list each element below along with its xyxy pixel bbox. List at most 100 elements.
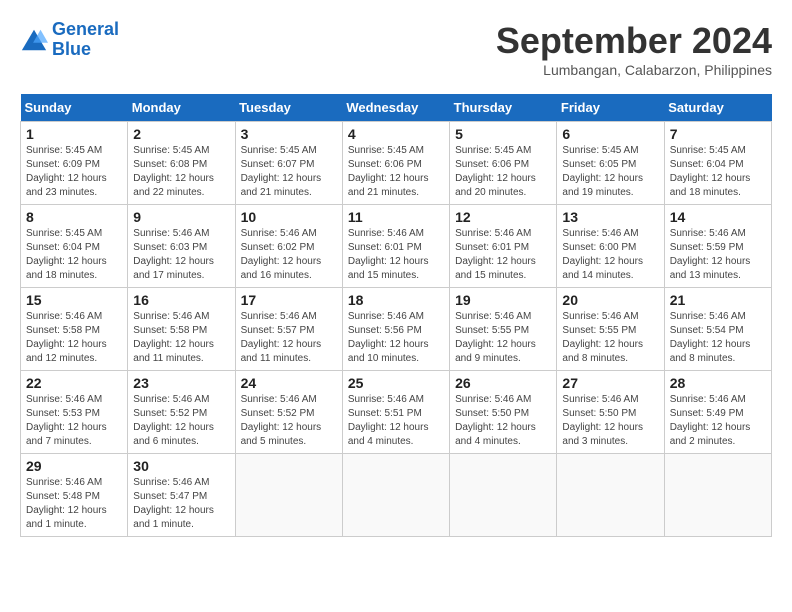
- table-row: 21 Sunrise: 5:46 AMSunset: 5:54 PMDayligh…: [664, 288, 771, 371]
- table-row: [235, 454, 342, 537]
- day-info: Sunrise: 5:46 AMSunset: 5:56 PMDaylight:…: [348, 310, 444, 366]
- table-row: 22Sunrise: 5:46 AMSunset: 5:53 PMDayligh…: [21, 371, 128, 454]
- day-number: 11: [348, 209, 444, 225]
- day-number: 7: [670, 126, 766, 142]
- day-info: Sunrise: 5:46 AMSunset: 6:03 PMDaylight:…: [133, 227, 229, 283]
- day-info: Sunrise: 5:46 AMSunset: 5:52 PMDaylight:…: [241, 393, 337, 449]
- day-number: 10: [241, 209, 337, 225]
- day-number: 5: [455, 126, 551, 142]
- table-row: 8Sunrise: 5:45 AMSunset: 6:04 PMDaylight…: [21, 205, 128, 288]
- table-row: 17 Sunrise: 5:46 AMSunset: 5:57 PMDayligh…: [235, 288, 342, 371]
- location-title: Lumbangan, Calabarzon, Philippines: [496, 62, 772, 78]
- day-info: Sunrise: 5:46 AMSunset: 5:50 PMDaylight:…: [562, 393, 658, 449]
- table-row: 26 Sunrise: 5:46 AMSunset: 5:50 PMDayligh…: [450, 371, 557, 454]
- table-row: 1 Sunrise: 5:45 AMSunset: 6:09 PMDaylight…: [21, 122, 128, 205]
- day-number: 29: [26, 458, 122, 474]
- table-row: [342, 454, 449, 537]
- logo-text: General Blue: [52, 20, 119, 60]
- day-number: 6: [562, 126, 658, 142]
- table-row: 2 Sunrise: 5:45 AMSunset: 6:08 PMDaylight…: [128, 122, 235, 205]
- calendar-table: Sunday Monday Tuesday Wednesday Thursday…: [20, 94, 772, 537]
- table-row: 23Sunrise: 5:46 AMSunset: 5:52 PMDayligh…: [128, 371, 235, 454]
- table-row: 12 Sunrise: 5:46 AMSunset: 6:01 PMDayligh…: [450, 205, 557, 288]
- day-number: 12: [455, 209, 551, 225]
- table-row: 16 Sunrise: 5:46 AMSunset: 5:58 PMDayligh…: [128, 288, 235, 371]
- day-number: 4: [348, 126, 444, 142]
- header-tuesday: Tuesday: [235, 94, 342, 122]
- table-row: 5 Sunrise: 5:45 AMSunset: 6:06 PMDaylight…: [450, 122, 557, 205]
- day-number: 13: [562, 209, 658, 225]
- week-row: 15 Sunrise: 5:46 AMSunset: 5:58 PMDayligh…: [21, 288, 772, 371]
- day-info: Sunrise: 5:46 AMSunset: 6:00 PMDaylight:…: [562, 227, 658, 283]
- header-friday: Friday: [557, 94, 664, 122]
- day-number: 14: [670, 209, 766, 225]
- table-row: 25 Sunrise: 5:46 AMSunset: 5:51 PMDayligh…: [342, 371, 449, 454]
- week-row: 29 Sunrise: 5:46 AMSunset: 5:48 PMDayligh…: [21, 454, 772, 537]
- day-number: 17: [241, 292, 337, 308]
- table-row: 27Sunrise: 5:46 AMSunset: 5:50 PMDayligh…: [557, 371, 664, 454]
- day-info: Sunrise: 5:46 AMSunset: 5:53 PMDaylight:…: [26, 393, 122, 449]
- day-info: Sunrise: 5:46 AMSunset: 5:51 PMDaylight:…: [348, 393, 444, 449]
- day-info: Sunrise: 5:45 AMSunset: 6:04 PMDaylight:…: [26, 227, 122, 283]
- table-row: 29 Sunrise: 5:46 AMSunset: 5:48 PMDayligh…: [21, 454, 128, 537]
- day-info: Sunrise: 5:46 AMSunset: 5:49 PMDaylight:…: [670, 393, 766, 449]
- day-number: 26: [455, 375, 551, 391]
- day-number: 15: [26, 292, 122, 308]
- month-title: September 2024: [496, 20, 772, 62]
- table-row: 3 Sunrise: 5:45 AMSunset: 6:07 PMDaylight…: [235, 122, 342, 205]
- table-row: 28 Sunrise: 5:46 AMSunset: 5:49 PMDayligh…: [664, 371, 771, 454]
- week-row: 8Sunrise: 5:45 AMSunset: 6:04 PMDaylight…: [21, 205, 772, 288]
- day-number: 2: [133, 126, 229, 142]
- logo-icon: [20, 26, 48, 54]
- day-info: Sunrise: 5:45 AMSunset: 6:04 PMDaylight:…: [670, 144, 766, 200]
- table-row: 7 Sunrise: 5:45 AMSunset: 6:04 PMDaylight…: [664, 122, 771, 205]
- day-info: Sunrise: 5:45 AMSunset: 6:06 PMDaylight:…: [348, 144, 444, 200]
- weekday-header-row: Sunday Monday Tuesday Wednesday Thursday…: [21, 94, 772, 122]
- table-row: 11Sunrise: 5:46 AMSunset: 6:01 PMDayligh…: [342, 205, 449, 288]
- day-info: Sunrise: 5:46 AMSunset: 6:02 PMDaylight:…: [241, 227, 337, 283]
- day-info: Sunrise: 5:46 AMSunset: 5:55 PMDaylight:…: [455, 310, 551, 366]
- header-thursday: Thursday: [450, 94, 557, 122]
- header-saturday: Saturday: [664, 94, 771, 122]
- day-info: Sunrise: 5:46 AMSunset: 5:48 PMDaylight:…: [26, 476, 122, 532]
- day-number: 28: [670, 375, 766, 391]
- day-number: 24: [241, 375, 337, 391]
- day-number: 25: [348, 375, 444, 391]
- day-info: Sunrise: 5:45 AMSunset: 6:09 PMDaylight:…: [26, 144, 122, 200]
- header-monday: Monday: [128, 94, 235, 122]
- day-info: Sunrise: 5:46 AMSunset: 5:54 PMDaylight:…: [670, 310, 766, 366]
- day-info: Sunrise: 5:46 AMSunset: 6:01 PMDaylight:…: [455, 227, 551, 283]
- day-number: 21: [670, 292, 766, 308]
- week-row: 1 Sunrise: 5:45 AMSunset: 6:09 PMDaylight…: [21, 122, 772, 205]
- day-info: Sunrise: 5:45 AMSunset: 6:08 PMDaylight:…: [133, 144, 229, 200]
- day-info: Sunrise: 5:46 AMSunset: 5:47 PMDaylight:…: [133, 476, 229, 532]
- week-row: 22Sunrise: 5:46 AMSunset: 5:53 PMDayligh…: [21, 371, 772, 454]
- day-number: 1: [26, 126, 122, 142]
- title-area: September 2024 Lumbangan, Calabarzon, Ph…: [496, 20, 772, 78]
- table-row: 19 Sunrise: 5:46 AMSunset: 5:55 PMDayligh…: [450, 288, 557, 371]
- table-row: 20 Sunrise: 5:46 AMSunset: 5:55 PMDayligh…: [557, 288, 664, 371]
- day-info: Sunrise: 5:46 AMSunset: 5:59 PMDaylight:…: [670, 227, 766, 283]
- day-number: 20: [562, 292, 658, 308]
- day-info: Sunrise: 5:45 AMSunset: 6:07 PMDaylight:…: [241, 144, 337, 200]
- table-row: 6Sunrise: 5:45 AMSunset: 6:05 PMDaylight…: [557, 122, 664, 205]
- day-info: Sunrise: 5:46 AMSunset: 5:58 PMDaylight:…: [133, 310, 229, 366]
- day-number: 3: [241, 126, 337, 142]
- day-number: 23: [133, 375, 229, 391]
- day-number: 19: [455, 292, 551, 308]
- day-number: 9: [133, 209, 229, 225]
- day-info: Sunrise: 5:46 AMSunset: 5:55 PMDaylight:…: [562, 310, 658, 366]
- table-row: 24 Sunrise: 5:46 AMSunset: 5:52 PMDayligh…: [235, 371, 342, 454]
- day-info: Sunrise: 5:46 AMSunset: 5:50 PMDaylight:…: [455, 393, 551, 449]
- day-info: Sunrise: 5:46 AMSunset: 5:57 PMDaylight:…: [241, 310, 337, 366]
- table-row: 30Sunrise: 5:46 AMSunset: 5:47 PMDayligh…: [128, 454, 235, 537]
- header-sunday: Sunday: [21, 94, 128, 122]
- table-row: 13 Sunrise: 5:46 AMSunset: 6:00 PMDayligh…: [557, 205, 664, 288]
- table-row: 18 Sunrise: 5:46 AMSunset: 5:56 PMDayligh…: [342, 288, 449, 371]
- logo: General Blue: [20, 20, 119, 60]
- day-number: 16: [133, 292, 229, 308]
- day-number: 18: [348, 292, 444, 308]
- day-info: Sunrise: 5:45 AMSunset: 6:06 PMDaylight:…: [455, 144, 551, 200]
- table-row: [450, 454, 557, 537]
- day-info: Sunrise: 5:46 AMSunset: 5:58 PMDaylight:…: [26, 310, 122, 366]
